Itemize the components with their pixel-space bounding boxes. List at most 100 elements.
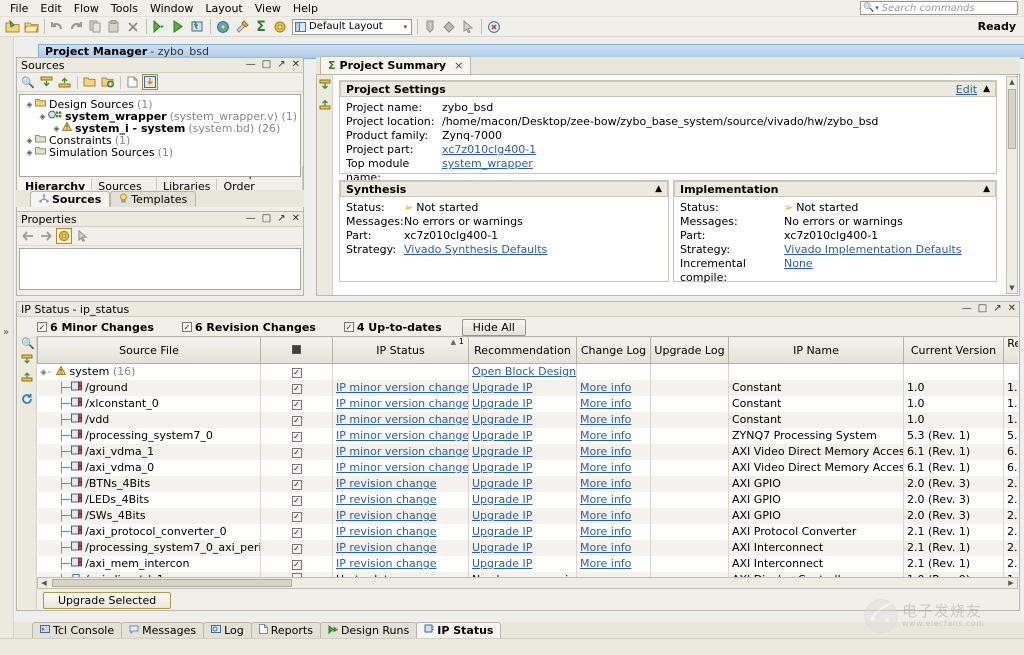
tab-sources[interactable]: Sources bbox=[30, 191, 110, 207]
minimize-icon[interactable]: — bbox=[246, 60, 256, 70]
table-row[interactable]: ├─ /vdd✓IP minor version changeUpgrade I… bbox=[38, 412, 1019, 428]
ip-status-link[interactable]: IP revision change bbox=[336, 493, 436, 506]
tab-messages[interactable]: Messages bbox=[121, 622, 204, 638]
ip-status-horizontal-scrollbar[interactable]: ◀ ▶ bbox=[37, 577, 1018, 589]
search-commands-box[interactable]: 🔍 ▾ Search commands bbox=[860, 1, 1018, 15]
properties-icon[interactable] bbox=[56, 228, 72, 244]
menu-item-view[interactable]: View bbox=[249, 1, 287, 16]
collapse-all-icon[interactable] bbox=[38, 74, 54, 90]
menu-item-flow[interactable]: Flow bbox=[68, 1, 105, 16]
float-icon[interactable]: ↗ bbox=[993, 304, 1001, 314]
close-icon[interactable]: ✕ bbox=[1008, 304, 1016, 314]
menu-item-tools[interactable]: Tools bbox=[105, 1, 144, 16]
checkbox-icon[interactable]: ✓ bbox=[292, 496, 302, 506]
change-log-link[interactable]: More info bbox=[580, 397, 631, 410]
ip-status-link[interactable]: IP minor version change bbox=[336, 397, 469, 410]
ip-status-link[interactable]: IP revision change bbox=[336, 541, 436, 554]
menu-item-edit[interactable]: Edit bbox=[34, 1, 67, 16]
recommendation-link[interactable]: Upgrade IP bbox=[472, 509, 532, 522]
settings-tools-icon[interactable] bbox=[233, 18, 251, 36]
ip-status-link[interactable]: IP minor version change bbox=[336, 461, 469, 474]
cell-ip-status[interactable]: IP revision change bbox=[333, 476, 469, 492]
tab-tcl-console[interactable]: Tcl Console bbox=[32, 622, 122, 638]
cell-source-file[interactable]: ├─ /axi_protocol_converter_0 bbox=[38, 524, 261, 540]
cell-select-checkbox[interactable]: ✓ bbox=[261, 508, 333, 524]
col-current-version[interactable]: Current Version bbox=[904, 337, 1004, 364]
checkbox-icon[interactable]: ✓ bbox=[182, 322, 192, 332]
checkbox-icon[interactable]: ✓ bbox=[292, 528, 302, 538]
redo-icon[interactable] bbox=[67, 18, 85, 36]
sources-tree[interactable]: ◈ Design Sources (1) ◈ system_wrapper (s… bbox=[19, 94, 301, 177]
tree-node-system-wrapper[interactable]: ◈ system_wrapper (system_wrapper.v) (1) bbox=[22, 110, 298, 122]
cell-source-file[interactable]: ├─ /vdd bbox=[38, 412, 261, 428]
edit-link[interactable]: Edit bbox=[956, 83, 977, 96]
tree-node-simulation-sources[interactable]: ◈ Simulation Sources (1) bbox=[22, 146, 298, 158]
cell-recommendation[interactable]: Upgrade IP bbox=[469, 428, 577, 444]
checkbox-icon[interactable]: ✓ bbox=[292, 384, 302, 394]
upgrade-selected-button[interactable]: Upgrade Selected bbox=[43, 592, 171, 609]
pointer-icon[interactable] bbox=[74, 228, 90, 244]
cell-change-log[interactable]: More info bbox=[577, 540, 651, 556]
change-log-link[interactable]: More info bbox=[580, 509, 631, 522]
open-hardware-icon[interactable] bbox=[214, 18, 232, 36]
tab-templates[interactable]: Templates bbox=[110, 191, 196, 207]
change-log-link[interactable]: More info bbox=[580, 493, 631, 506]
recommendation-link[interactable]: Upgrade IP bbox=[472, 477, 532, 490]
col-upgrade-log[interactable]: Upgrade Log bbox=[651, 337, 729, 364]
settings-gear-icon[interactable] bbox=[271, 18, 289, 36]
filter-revision-changes[interactable]: ✓ 6 Revision Changes bbox=[182, 321, 316, 334]
run-synthesis-icon[interactable] bbox=[150, 18, 168, 36]
change-log-link[interactable]: More info bbox=[580, 557, 631, 570]
cell-change-log[interactable]: More info bbox=[577, 396, 651, 412]
table-row[interactable]: ├─ /processing_system7_0_axi_periph✓IP r… bbox=[38, 540, 1019, 556]
cell-ip-status[interactable]: IP minor version change bbox=[333, 444, 469, 460]
cell-recommendation[interactable]: Upgrade IP bbox=[469, 460, 577, 476]
change-log-link[interactable]: More info bbox=[580, 413, 631, 426]
cell-source-file[interactable]: ├─ /BTNs_4Bits bbox=[38, 476, 261, 492]
recommendation-link[interactable]: Upgrade IP bbox=[472, 429, 532, 442]
expand-toggle-icon[interactable]: ◈ bbox=[24, 100, 35, 109]
ip-status-table-container[interactable]: Source File IP Status ▲ 1 Recommendation… bbox=[37, 336, 1018, 577]
cell-recommendation[interactable]: Upgrade IP bbox=[469, 492, 577, 508]
cell-select-checkbox[interactable]: ✓ bbox=[261, 492, 333, 508]
generate-bitstream-icon[interactable] bbox=[188, 18, 206, 36]
recommendation-link[interactable]: Upgrade IP bbox=[472, 493, 532, 506]
hierarchy-update-icon[interactable] bbox=[142, 74, 158, 90]
cell-recommendation[interactable]: Upgrade IP bbox=[469, 556, 577, 572]
cell-source-file[interactable]: ├─ /axi_vdma_0 bbox=[38, 460, 261, 476]
tree-node-system-i[interactable]: ◈ system_i - system (system.bd) (26) bbox=[22, 122, 298, 134]
cell-change-log[interactable]: More info bbox=[577, 492, 651, 508]
checkbox-icon[interactable]: ✓ bbox=[292, 512, 302, 522]
expand-toggle-icon[interactable]: ◈- bbox=[41, 367, 53, 378]
checkbox-icon[interactable]: ✓ bbox=[344, 322, 354, 332]
run-implementation-icon[interactable] bbox=[169, 18, 187, 36]
search-icon[interactable]: 🔍 bbox=[21, 337, 33, 350]
cell-select-checkbox[interactable]: ✓ bbox=[261, 396, 333, 412]
col-ip-name[interactable]: IP Name bbox=[729, 337, 904, 364]
cell-ip-status[interactable]: IP minor version change bbox=[333, 428, 469, 444]
recommendation-link[interactable]: Upgrade IP bbox=[472, 525, 532, 538]
col-ip-status[interactable]: IP Status ▲ 1 bbox=[333, 337, 469, 364]
cell-select-checkbox[interactable]: ✓ bbox=[261, 540, 333, 556]
cell-source-file[interactable]: ├─ /axi_vdma_1 bbox=[38, 444, 261, 460]
cell-change-log[interactable]: More info bbox=[577, 460, 651, 476]
checkbox-icon[interactable]: ✓ bbox=[292, 448, 302, 458]
expand-toggle-icon[interactable]: ◈ bbox=[24, 148, 35, 157]
close-icon[interactable]: × bbox=[454, 59, 463, 72]
checkbox-icon[interactable]: ✓ bbox=[292, 464, 302, 474]
checkbox-icon[interactable]: ✓ bbox=[292, 544, 302, 554]
ip-status-link[interactable]: IP revision change bbox=[336, 525, 436, 538]
change-log-link[interactable]: More info bbox=[580, 461, 631, 474]
ip-status-link[interactable]: IP minor version change bbox=[336, 381, 469, 394]
checkbox-icon[interactable]: ✓ bbox=[292, 400, 302, 410]
minimize-icon[interactable]: — bbox=[962, 304, 972, 314]
recommendation-link[interactable]: Upgrade IP bbox=[472, 445, 532, 458]
cell-source-file[interactable]: ◈- system (16) bbox=[38, 364, 261, 380]
tab-project-summary[interactable]: Σ Project Summary × bbox=[320, 56, 471, 74]
col-select-checkbox[interactable] bbox=[261, 337, 333, 364]
project-summary-icon[interactable]: Σ bbox=[252, 18, 270, 36]
cell-ip-status[interactable]: IP minor version change bbox=[333, 460, 469, 476]
menu-item-help[interactable]: Help bbox=[287, 1, 324, 16]
ip-status-link[interactable]: IP revision change bbox=[336, 557, 436, 570]
cell-select-checkbox[interactable]: ✓ bbox=[261, 476, 333, 492]
